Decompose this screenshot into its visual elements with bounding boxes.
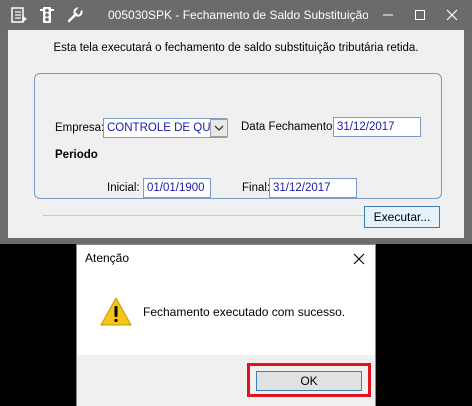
dialog-footer: OK [77,355,375,406]
attention-dialog: Atenção Fechamento executado com sucesso… [76,244,376,406]
traffic-light-icon[interactable] [38,6,56,24]
main-client-area: Esta tela executará o fechamento de sald… [8,30,464,238]
data-fechamento-field[interactable]: 31/12/2017 [333,117,421,137]
dialog-title: Atenção [85,251,130,265]
document-list-icon[interactable] [10,6,28,24]
wrench-icon[interactable] [66,6,84,24]
periodo-label: Periodo [55,149,98,161]
main-title-bar: 005030SPK - Fechamento de Saldo Substitu… [0,0,472,30]
main-window-title: 005030SPK - Fechamento de Saldo Substitu… [108,8,368,22]
chevron-down-icon [214,125,224,131]
dialog-close-icon[interactable] [349,249,369,269]
inicial-field[interactable]: 01/01/1900 [143,178,211,198]
empresa-value: CONTROLE DE QUAL [107,122,225,134]
close-icon[interactable] [438,4,466,26]
empresa-combo[interactable]: CONTROLE DE QUAL [103,118,227,138]
maximize-icon[interactable] [406,4,434,26]
final-field[interactable]: 31/12/2017 [269,178,357,198]
executar-button[interactable]: Executar... [364,206,440,228]
minimize-icon[interactable] [374,4,402,26]
info-text: Esta tela executará o fechamento de sald… [53,42,419,54]
final-label: Final: [242,182,271,194]
data-fechamento-label: Data Fechamento: [241,121,336,133]
ok-button-highlight: OK [247,363,371,397]
warning-icon [99,296,133,328]
ok-button[interactable]: OK [256,371,362,391]
empresa-dropdown-button[interactable] [210,119,228,137]
parameters-group: Empresa: CONTROLE DE QUAL Data Fechament… [34,73,442,216]
main-window: 005030SPK - Fechamento de Saldo Substitu… [0,0,472,244]
inicial-label: Inicial: [107,182,140,194]
dialog-message: Fechamento executado com sucesso. [143,305,346,319]
empresa-label: Empresa: [55,122,105,134]
